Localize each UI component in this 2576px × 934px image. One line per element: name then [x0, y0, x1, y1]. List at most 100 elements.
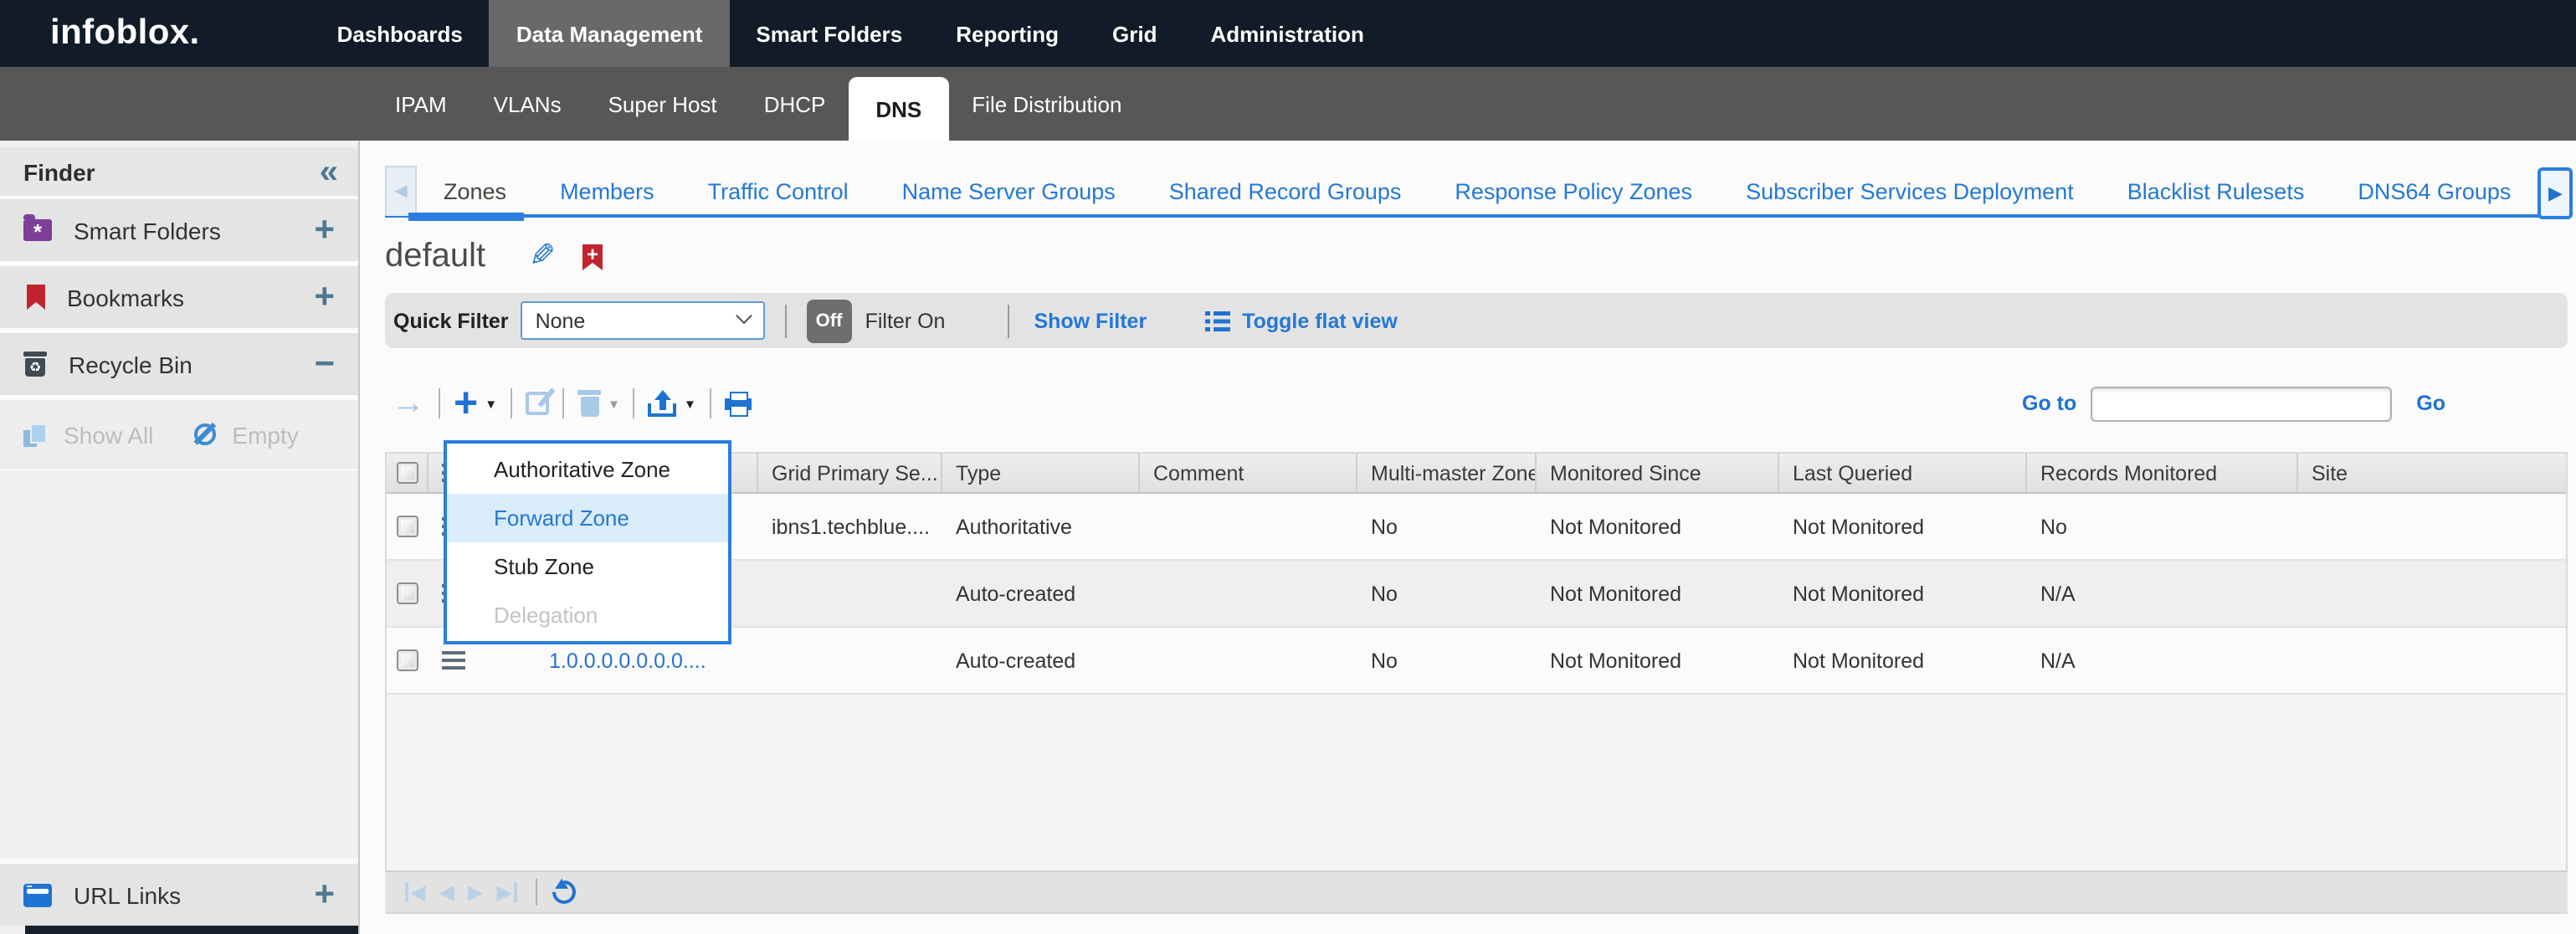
column-header-site[interactable]: Site	[2298, 454, 2566, 492]
divider	[511, 388, 512, 418]
url-links-expand-button[interactable]: +	[314, 877, 335, 912]
print-icon[interactable]	[725, 391, 752, 416]
edit-icon[interactable]	[526, 392, 549, 415]
sub-nav-vlans[interactable]: VLANs	[470, 67, 585, 141]
edit-title-icon[interactable]	[529, 241, 556, 273]
top-nav: infoblox. Dashboards Data Management Sma…	[0, 0, 2576, 67]
tabs-scroll-right-icon[interactable]	[2538, 167, 2573, 219]
row-menu-icon[interactable]	[442, 651, 465, 670]
top-nav-smart-folders[interactable]: Smart Folders	[729, 0, 929, 67]
move-arrow-icon[interactable]	[392, 387, 425, 420]
sidebar-item-label: Recycle Bin	[69, 351, 192, 377]
cell-site	[2298, 628, 2566, 693]
select-all-checkbox[interactable]	[396, 462, 418, 484]
recycle-bin-collapse-button[interactable]: −	[314, 346, 335, 382]
quick-filter-select[interactable]: None	[521, 301, 765, 340]
sub-nav-file-distribution[interactable]: File Distribution	[948, 67, 1145, 141]
add-zone-button[interactable]	[454, 385, 478, 422]
goto-input[interactable]	[2090, 386, 2391, 421]
add-zone-dropdown-caret-icon[interactable]	[485, 396, 497, 411]
top-nav-reporting[interactable]: Reporting	[929, 0, 1085, 67]
top-nav-dashboards[interactable]: Dashboards	[310, 0, 490, 67]
column-header-multi-master[interactable]: Multi-master Zone	[1357, 454, 1537, 492]
tab-zones[interactable]: Zones	[444, 166, 506, 216]
delete-dropdown-caret-icon[interactable]	[608, 396, 620, 411]
import-export-icon[interactable]	[649, 390, 677, 417]
zone-link[interactable]: 1.0.0.0.0.0.0.0....	[549, 649, 706, 672]
column-header-records-monitored[interactable]: Records Monitored	[2027, 454, 2298, 492]
recycle-bin-actions: Show All Empty	[0, 400, 358, 470]
top-nav-grid[interactable]: Grid	[1085, 0, 1183, 67]
tabs-scroll-left-icon[interactable]	[385, 166, 417, 216]
show-filter-link[interactable]: Show Filter	[1034, 309, 1147, 332]
sub-nav-dns[interactable]: DNS	[849, 77, 948, 141]
sidebar-item-url-links[interactable]: URL Links +	[0, 859, 358, 926]
menu-item-authoritative-zone[interactable]: Authoritative Zone	[447, 445, 728, 494]
column-header-last-queried[interactable]: Last Queried	[1779, 454, 2027, 492]
show-all-button[interactable]: Show All	[64, 421, 153, 448]
tab-blacklist-rulesets[interactable]: Blacklist Rulesets	[2127, 166, 2305, 216]
sidebar-item-recycle-bin[interactable]: Recycle Bin −	[0, 333, 358, 400]
row-checkbox[interactable]	[397, 649, 418, 671]
divider	[1007, 304, 1008, 337]
column-header-type[interactable]: Type	[942, 454, 1140, 492]
collapse-sidebar-icon[interactable]: «	[320, 155, 338, 188]
last-page-icon[interactable]	[496, 882, 516, 902]
infoblox-logo: infoblox.	[50, 13, 200, 54]
bookmarks-expand-button[interactable]: +	[314, 280, 335, 315]
sub-nav-dhcp[interactable]: DHCP	[741, 67, 849, 141]
toggle-flat-view-icon[interactable]	[1205, 310, 1230, 331]
tab-shared-record-groups[interactable]: Shared Record Groups	[1169, 166, 1402, 216]
add-bookmark-icon[interactable]	[582, 244, 603, 270]
sub-nav-super-host[interactable]: Super Host	[585, 67, 741, 141]
sub-nav-ipam[interactable]: IPAM	[372, 67, 470, 141]
row-checkbox[interactable]	[397, 582, 418, 604]
cell-site	[2298, 561, 2566, 626]
toggle-flat-view-link[interactable]: Toggle flat view	[1242, 309, 1398, 332]
recycle-bin-icon	[23, 352, 47, 377]
cell-monitored-since: Not Monitored	[1537, 628, 1779, 693]
tab-traffic-control[interactable]: Traffic Control	[708, 166, 849, 216]
first-page-icon[interactable]	[405, 882, 425, 902]
column-header-grid-primary[interactable]: Grid Primary Se...	[758, 454, 942, 492]
sidebar-item-bookmarks[interactable]: Bookmarks +	[0, 266, 358, 333]
cell-multi-master: No	[1357, 628, 1537, 693]
add-zone-menu: Authoritative Zone Forward Zone Stub Zon…	[444, 440, 731, 644]
cell-multi-master: No	[1357, 494, 1537, 559]
sidebar-item-label: Bookmarks	[67, 284, 184, 310]
divider	[562, 388, 564, 418]
cell-grid-primary: ibns1.techblue....	[758, 494, 942, 559]
empty-button[interactable]: Empty	[232, 421, 298, 448]
goto-label: Go to	[2022, 392, 2076, 415]
tab-response-policy-zones[interactable]: Response Policy Zones	[1455, 166, 1692, 216]
smart-folders-expand-button[interactable]: +	[314, 213, 335, 248]
tab-name-server-groups[interactable]: Name Server Groups	[902, 166, 1116, 216]
delete-icon[interactable]	[577, 390, 601, 417]
tab-members[interactable]: Members	[560, 166, 654, 216]
finder-header: Finder «	[0, 147, 358, 199]
menu-item-forward-zone[interactable]: Forward Zone	[447, 494, 728, 542]
divider	[536, 879, 537, 906]
column-header-comment[interactable]: Comment	[1140, 454, 1357, 492]
tab-dns64-groups[interactable]: DNS64 Groups	[2358, 166, 2511, 216]
go-button[interactable]: Go	[2416, 392, 2445, 415]
previous-page-icon[interactable]	[439, 882, 454, 902]
tab-subscriber-services-deployment[interactable]: Subscriber Services Deployment	[1746, 166, 2074, 216]
zones-toolbar: Go to Go	[385, 382, 2568, 425]
menu-item-delegation: Delegation	[447, 591, 728, 639]
row-checkbox[interactable]	[397, 516, 418, 537]
filter-off-toggle[interactable]: Off	[807, 299, 852, 342]
column-header-monitored-since[interactable]: Monitored Since	[1537, 454, 1779, 492]
refresh-icon[interactable]	[547, 875, 581, 909]
menu-item-stub-zone[interactable]: Stub Zone	[447, 542, 728, 591]
top-nav-data-management[interactable]: Data Management	[490, 0, 730, 67]
import-export-dropdown-caret-icon[interactable]	[684, 396, 696, 411]
next-page-icon[interactable]	[468, 882, 483, 902]
sidebar-item-smart-folders[interactable]: Smart Folders +	[0, 199, 358, 266]
quick-filter-label: Quick Filter	[393, 309, 509, 332]
cell-records-monitored: N/A	[2027, 628, 2298, 693]
filter-on-label: Filter On	[865, 309, 946, 332]
cell-records-monitored: No	[2027, 494, 2298, 559]
top-nav-administration[interactable]: Administration	[1183, 0, 1390, 67]
url-links-icon	[23, 883, 52, 906]
